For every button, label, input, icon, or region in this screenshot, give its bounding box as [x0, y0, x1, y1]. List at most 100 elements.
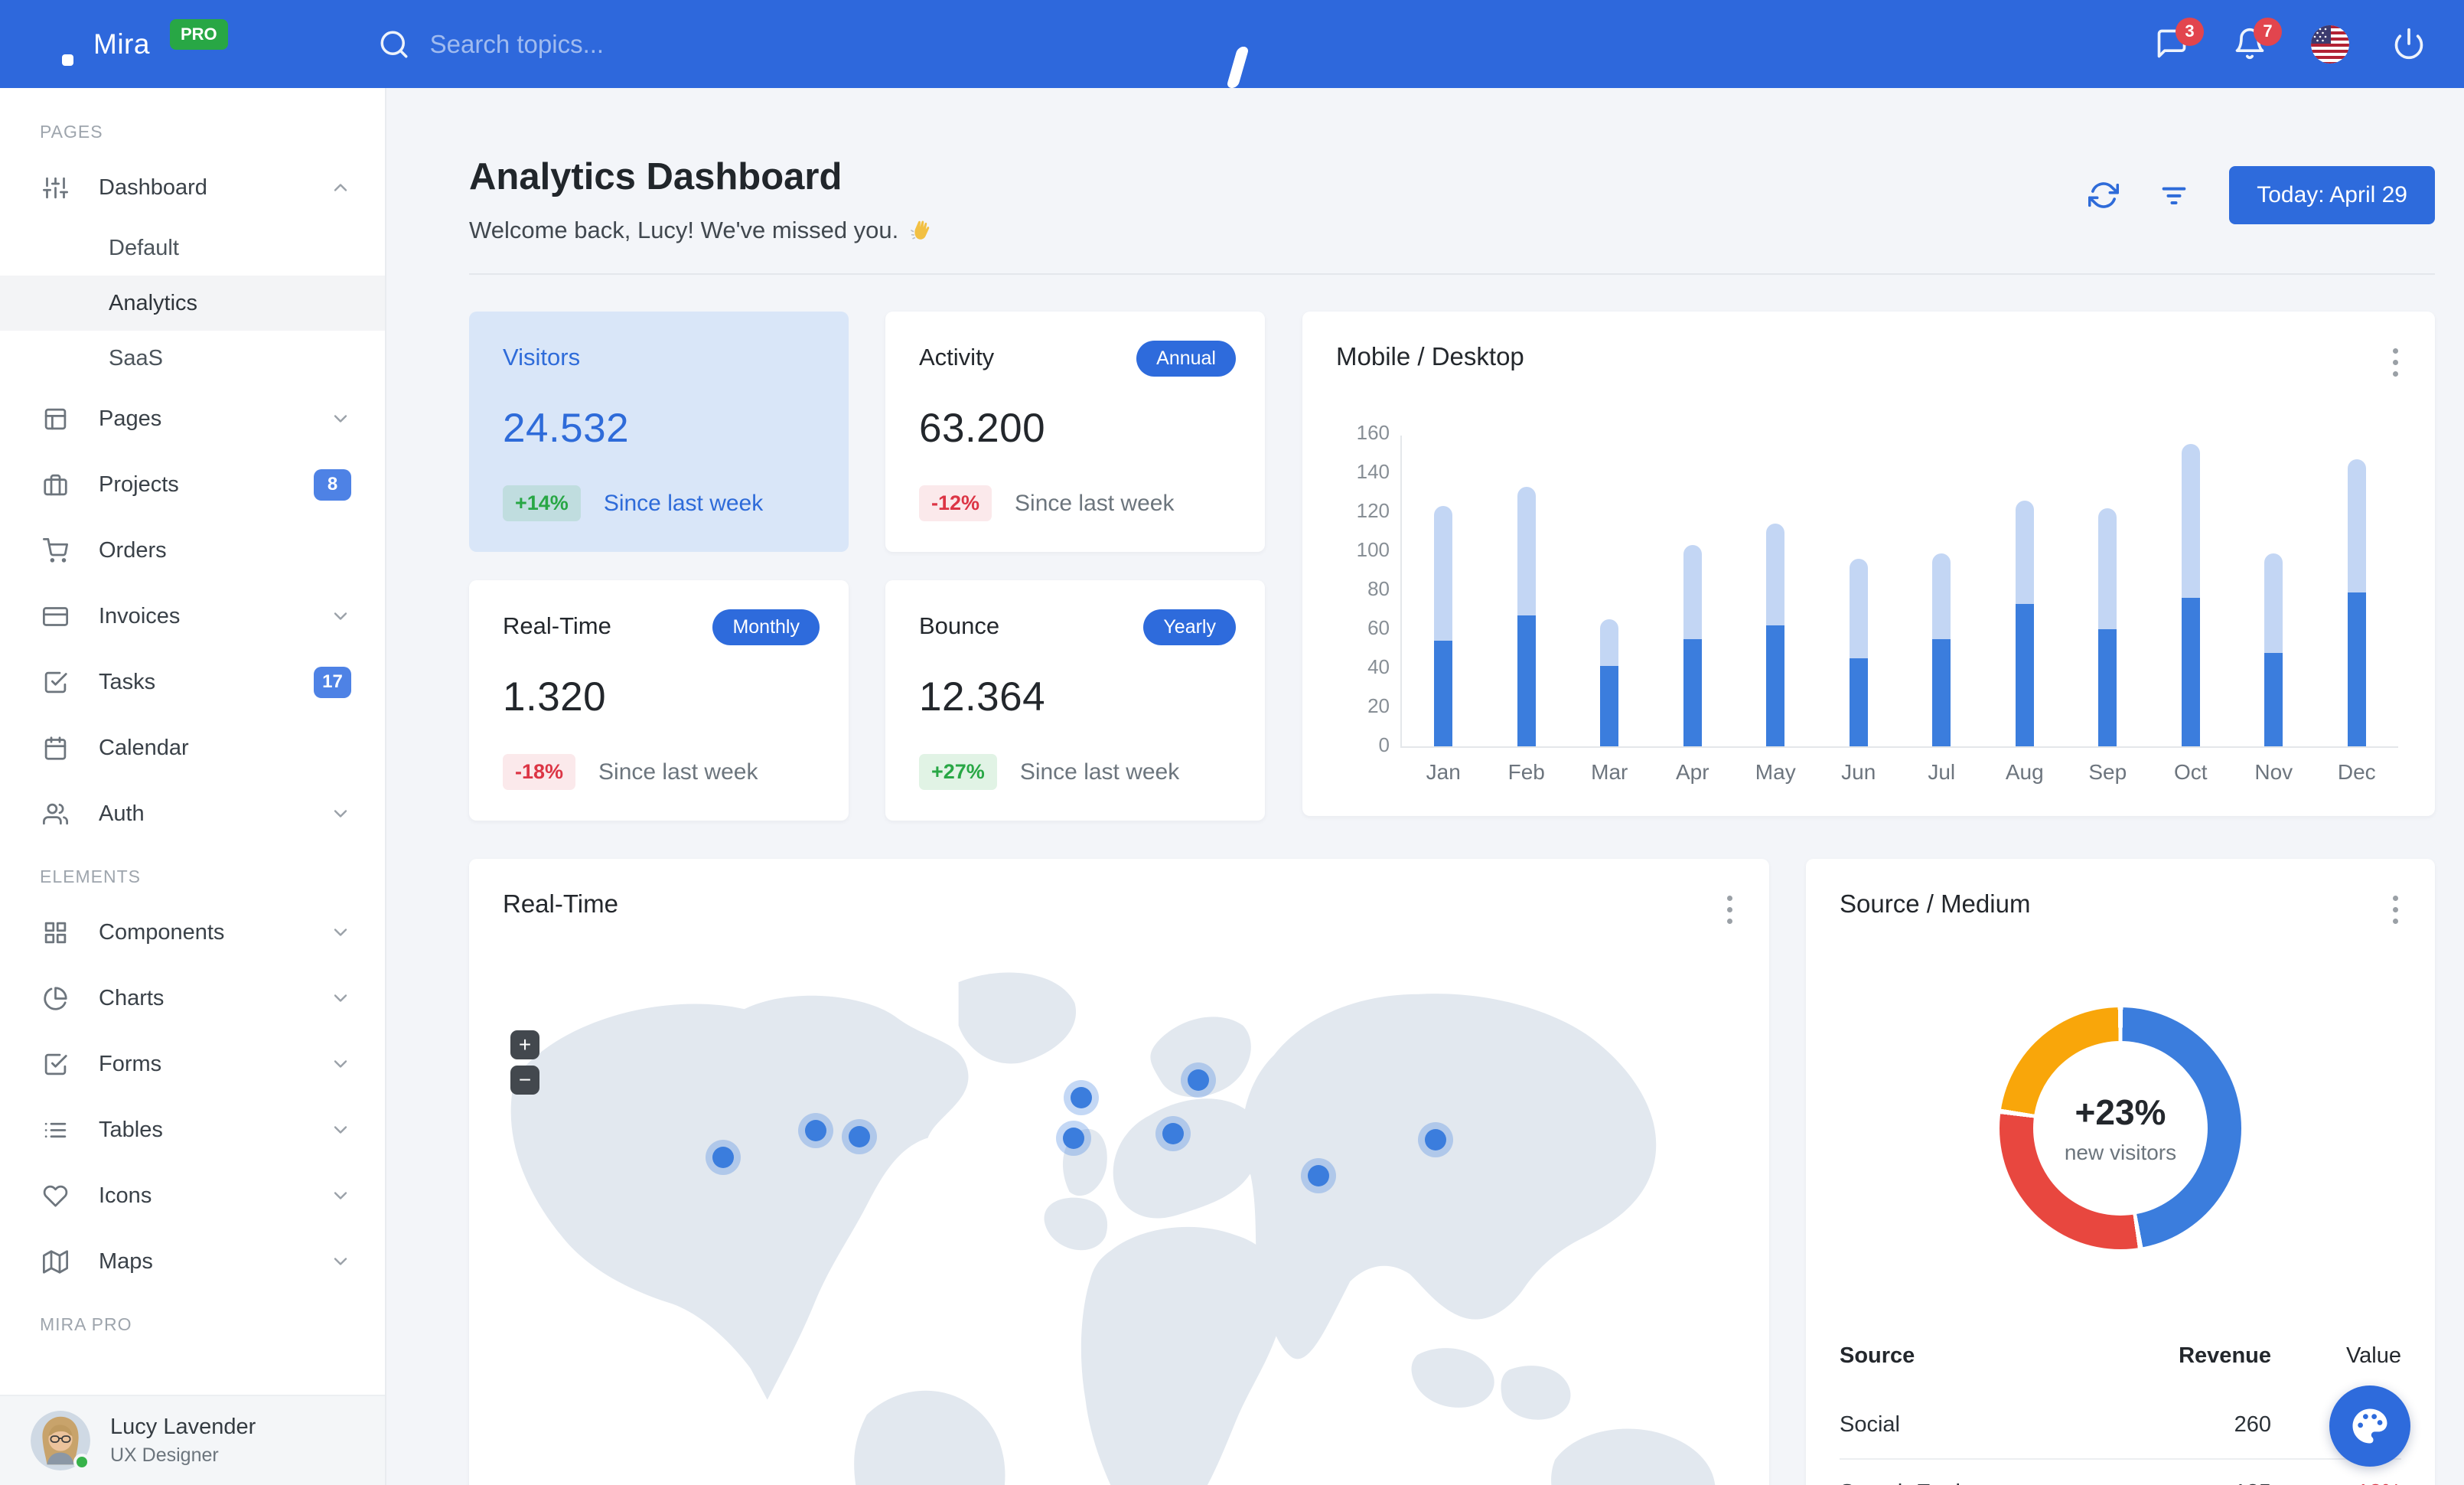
- pie-chart-icon: [44, 986, 67, 1010]
- bar-aug[interactable]: Aug: [1983, 436, 2067, 784]
- sidebar-item-charts[interactable]: Charts: [0, 965, 385, 1031]
- sidebar-item-invoices[interactable]: Invoices: [0, 583, 385, 649]
- map-zoom-in-button[interactable]: +: [510, 1030, 539, 1059]
- sidebar-item-tables[interactable]: Tables: [0, 1097, 385, 1163]
- map-marker[interactable]: [849, 1126, 870, 1147]
- bar-sep[interactable]: Sep: [2066, 436, 2149, 784]
- map-marker[interactable]: [712, 1147, 734, 1168]
- x-axis-label: Oct: [2173, 760, 2208, 784]
- sidebar-item-orders[interactable]: Orders: [0, 517, 385, 583]
- sidebar-item-projects[interactable]: Projects 8: [0, 452, 385, 517]
- sidebar-item-tasks[interactable]: Tasks 17: [0, 649, 385, 715]
- cell-value: -12%: [2271, 1480, 2401, 1485]
- bar-jul[interactable]: Jul: [1900, 436, 1983, 784]
- sidebar-item-label: Components: [99, 919, 225, 945]
- stat-card-activity: Activity Annual 63.200 -12% Since last week: [885, 312, 1265, 552]
- map-marker[interactable]: [805, 1120, 826, 1141]
- users-icon: [43, 803, 68, 824]
- sidebar-item-icons[interactable]: Icons: [0, 1163, 385, 1229]
- stat-change-chip: -12%: [919, 485, 992, 521]
- sidebar-item-calendar[interactable]: Calendar: [0, 715, 385, 781]
- stat-card-bounce: Bounce Yearly 12.364 +27% Since last week: [885, 580, 1265, 821]
- chev-down-icon: [334, 415, 347, 423]
- brand[interactable]: Mira PRO: [61, 18, 1250, 88]
- source-medium-menu-button[interactable]: [2390, 893, 2401, 927]
- messages-count-badge: 3: [2176, 17, 2204, 46]
- map-marker[interactable]: [1425, 1129, 1446, 1150]
- map-zoom-out-button[interactable]: −: [510, 1066, 539, 1095]
- stat-period-badge[interactable]: Annual: [1136, 341, 1236, 377]
- bar-apr[interactable]: Apr: [1651, 436, 1735, 784]
- refresh-icon[interactable]: [2088, 180, 2120, 211]
- sidebar-item-dashboard[interactable]: Dashboard: [0, 155, 385, 220]
- sidebar-item-label: Invoices: [99, 603, 181, 628]
- bar-may[interactable]: May: [1734, 436, 1817, 784]
- stat-note: Since last week: [603, 490, 764, 516]
- bar-nov[interactable]: Nov: [2232, 436, 2316, 784]
- table-row-search-engines: Search Engines125-12%: [1840, 1458, 2401, 1485]
- stat-period-badge[interactable]: Yearly: [1143, 609, 1236, 645]
- bar-oct[interactable]: Oct: [2149, 436, 2233, 784]
- sidebar-item-label: Charts: [99, 985, 165, 1010]
- language-flag-button[interactable]: [2311, 24, 2349, 64]
- table-header-row: Source Revenue Value: [1840, 1343, 2401, 1368]
- pro-badge: PRO: [169, 18, 228, 50]
- check-square-icon: [44, 671, 67, 693]
- messages-button[interactable]: 3: [2155, 17, 2204, 62]
- chev-down-icon: [334, 1192, 347, 1199]
- header-divider: [469, 273, 2435, 275]
- bar-jan[interactable]: Jan: [1402, 436, 1485, 784]
- map-marker[interactable]: [1188, 1069, 1209, 1091]
- bar-mar[interactable]: Mar: [1568, 436, 1651, 784]
- sidebar-subitem-default[interactable]: Default: [0, 220, 385, 276]
- bar-dec[interactable]: Dec: [2316, 436, 2399, 784]
- sidebar-item-forms[interactable]: Forms: [0, 1031, 385, 1097]
- check-square-icon: [44, 1053, 67, 1075]
- today-date-button[interactable]: Today: April 29: [2229, 166, 2435, 224]
- y-axis-tick: 100: [1356, 538, 1390, 561]
- bar-feb[interactable]: Feb: [1485, 436, 1569, 784]
- power-icon: [2394, 28, 2423, 59]
- search-box[interactable]: [378, 28, 828, 60]
- sidebar-item-maps[interactable]: Maps: [0, 1229, 385, 1294]
- notifications-button[interactable]: 7: [2233, 17, 2282, 62]
- table-row-social: Social260+35%: [1840, 1392, 2401, 1458]
- map-marker[interactable]: [1071, 1087, 1092, 1108]
- stat-value: 1.320: [503, 674, 607, 720]
- sidebar-nav: PAGES Dashboard Default Analytics SaaS Pages P…: [0, 122, 385, 1347]
- map-marker[interactable]: [1308, 1165, 1329, 1186]
- avatar: [31, 1411, 90, 1470]
- sidebar-section-label: ELEMENTS: [40, 867, 141, 886]
- sidebar-subitem-analytics[interactable]: Analytics: [0, 276, 385, 331]
- sidebar-item-label: Maps: [99, 1248, 153, 1274]
- stat-period-badge[interactable]: Monthly: [712, 609, 820, 645]
- y-axis-tick: 60: [1367, 616, 1390, 639]
- heart-icon: [43, 1185, 68, 1207]
- map-marker[interactable]: [1162, 1123, 1184, 1144]
- sidebar: PAGES Dashboard Default Analytics SaaS Pages P…: [0, 88, 386, 1485]
- sidebar-subitem-saas[interactable]: SaaS: [0, 331, 385, 386]
- cell-revenue: 260: [2234, 1412, 2271, 1437]
- world-map[interactable]: + −: [469, 859, 1769, 1485]
- chev-down-icon: [334, 810, 347, 818]
- sidebar-item-components[interactable]: Components: [0, 899, 385, 965]
- stat-value: 24.532: [503, 406, 630, 451]
- sidebar-item-auth[interactable]: Auth: [0, 781, 385, 847]
- sidebar-item-label: Tasks: [99, 669, 156, 694]
- source-medium-card: Source / Medium +23% new visitors Source…: [1806, 859, 2435, 1485]
- sidebar-item-pages[interactable]: Pages: [0, 386, 385, 452]
- sidebar-user[interactable]: Lucy Lavender UX Designer: [0, 1395, 385, 1485]
- source-medium-table: SourceRevenueValue Social260+35%Search En…: [1840, 1323, 2401, 1485]
- palette-icon: [2352, 1408, 2387, 1444]
- sidebar-item-label: Tables: [99, 1117, 163, 1142]
- donut-chart: +23% new visitors: [2000, 1007, 2241, 1249]
- chart-menu-button[interactable]: [2390, 345, 2401, 380]
- chev-down-icon: [334, 929, 347, 936]
- bar-jun[interactable]: Jun: [1817, 436, 1901, 784]
- search-input[interactable]: [429, 29, 828, 59]
- logout-button[interactable]: [2392, 27, 2427, 62]
- layout-icon: [44, 408, 67, 429]
- filter-icon[interactable]: [2159, 180, 2189, 211]
- theme-settings-fab[interactable]: [2329, 1385, 2410, 1467]
- map-marker[interactable]: [1063, 1128, 1084, 1149]
